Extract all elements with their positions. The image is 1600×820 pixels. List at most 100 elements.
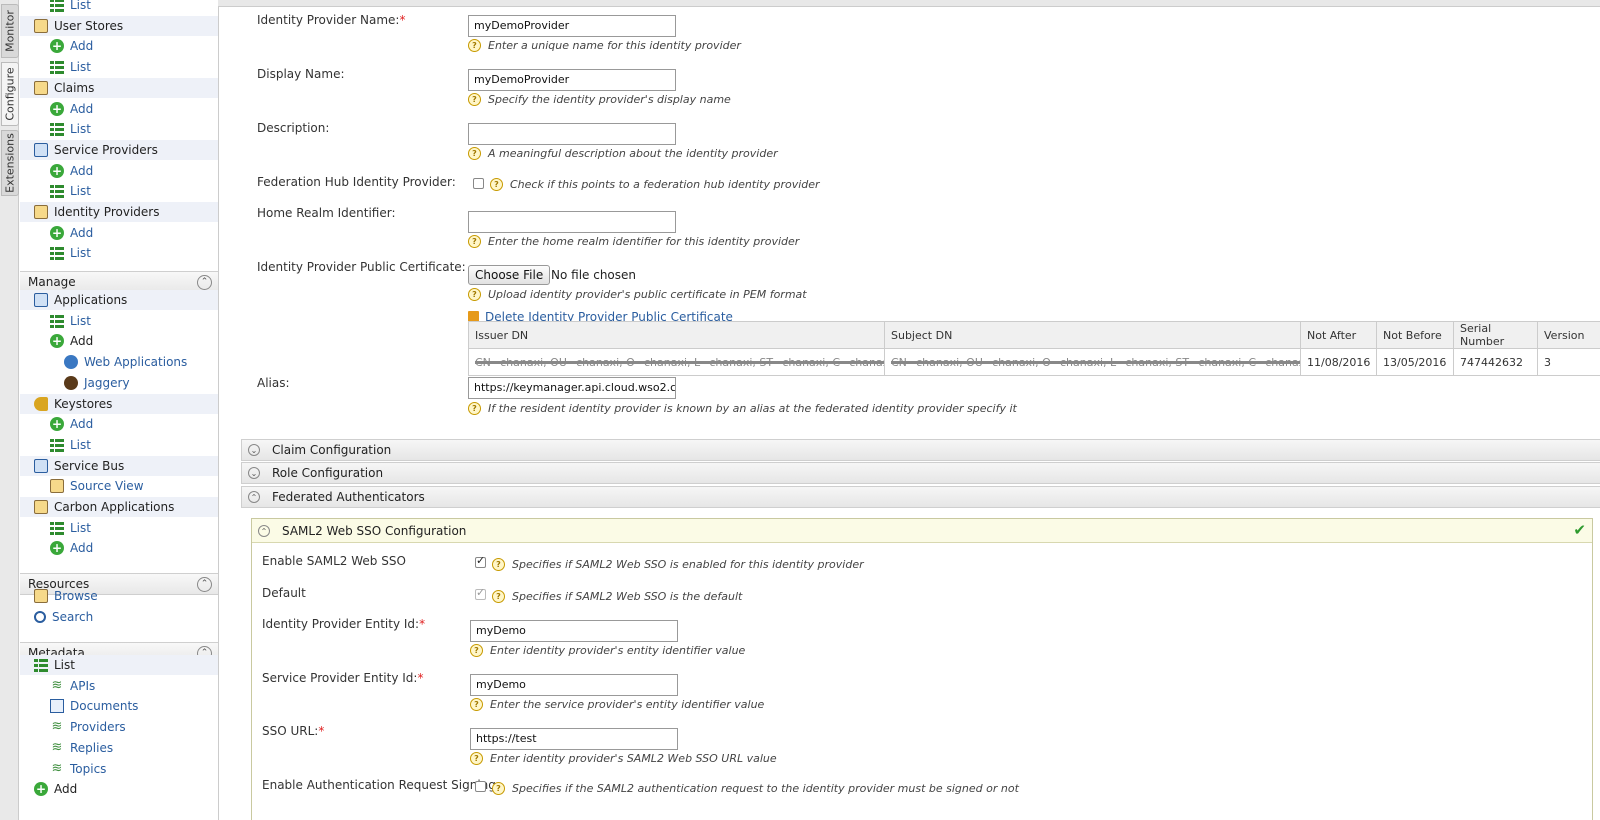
tab-configure[interactable]: Configure (1, 62, 19, 126)
idp-name-input[interactable]: myDemoProvider (468, 15, 676, 37)
choose-file-button[interactable]: Choose File (468, 265, 551, 285)
sidebar-item-add[interactable]: + Add (20, 161, 218, 181)
sidebar-item-list[interactable]: List (20, 518, 218, 538)
add-icon: + (34, 782, 48, 797)
sidebar-item-label: Web Applications (84, 355, 188, 370)
sp-entity-id-input[interactable]: myDemo (470, 674, 678, 696)
certificate-label: Identity Provider Public Certificate: (257, 260, 466, 274)
sidebar-item-label: Providers (70, 720, 126, 735)
sso-url-input[interactable]: https://test (470, 728, 678, 750)
accordion-role-configuration[interactable]: ⌄ Role Configuration (241, 462, 1600, 484)
sidebar-item-source-view[interactable]: Source View (20, 476, 218, 496)
sidebar-item-keystores[interactable]: Keystores (20, 393, 218, 414)
sidebar-item-list[interactable]: List (20, 181, 218, 201)
accordion-federated-authenticators[interactable]: ⌃ Federated Authenticators (241, 486, 1600, 508)
help-icon: ? (470, 752, 483, 765)
table-header-row: Issuer DN Subject DN Not After Not Befor… (468, 321, 1600, 349)
tab-monitor[interactable]: Monitor (1, 4, 19, 58)
help-icon: ? (492, 590, 505, 603)
column-header: Subject DN (884, 321, 1301, 349)
sidebar-item-add[interactable]: + Add (20, 779, 218, 799)
sidebar-item-web-applications[interactable]: Web Applications (20, 352, 218, 372)
globe-icon (64, 355, 78, 370)
auth-signing-checkbox[interactable] (475, 781, 486, 792)
sidebar-item-add[interactable]: + Add (20, 538, 218, 558)
sidebar: List User Stores + Add List Claims + Add List Ser… (20, 0, 219, 820)
sidebar-item-search[interactable]: Search (20, 607, 218, 627)
sidebar-item-label: List (54, 658, 75, 672)
sidebar-item-service-bus[interactable]: Service Bus (20, 455, 218, 476)
sidebar-item-jaggery[interactable]: Jaggery (20, 373, 218, 393)
sidebar-item-add[interactable]: + Add (20, 99, 218, 119)
sidebar-item-label: Add (70, 334, 94, 349)
sidebar-item-browse[interactable]: Browse (20, 586, 218, 606)
description-input[interactable] (468, 123, 676, 145)
replies-icon: ≋ (51, 739, 63, 755)
fed-hub-hint: ? Check if this points to a federation hu… (490, 178, 820, 191)
collapse-icon[interactable]: ⌃ (197, 275, 212, 290)
home-realm-input[interactable] (468, 211, 676, 233)
file-status: No file chosen (551, 268, 637, 282)
sidebar-item-list[interactable]: List (20, 655, 218, 675)
sidebar-item-label: List (70, 184, 91, 199)
sidebar-item-add[interactable]: + Add (20, 331, 218, 351)
idp-entity-id-label: Identity Provider Entity Id:* (262, 617, 426, 631)
sidebar-item-list[interactable]: List (20, 243, 218, 263)
sidebar-item-label: List (70, 520, 91, 535)
search-icon (34, 610, 46, 623)
display-name-input[interactable]: myDemoProvider (468, 69, 676, 91)
expand-icon: ⌄ (248, 467, 260, 479)
sidebar-item-label: Documents (70, 699, 139, 714)
auth-signing-label: Enable Authentication Request Signing (262, 778, 496, 792)
default-hint: ? Specifies if SAML2 Web SSO is the defau… (492, 590, 742, 603)
sidebar-item-replies[interactable]: ≋ Replies (20, 738, 218, 758)
column-header: Not After (1300, 321, 1377, 349)
sidebar-item-topics[interactable]: ≋ Topics (20, 759, 218, 779)
sidebar-item-add[interactable]: + Add (20, 36, 218, 56)
alias-label: Alias: (257, 376, 290, 390)
sidebar-item-providers[interactable]: ≋ Providers (20, 717, 218, 737)
jaggery-icon (64, 375, 78, 390)
enable-saml-checkbox[interactable] (475, 554, 486, 568)
sidebar-item-label: APIs (70, 678, 96, 693)
help-icon: ? (470, 698, 483, 711)
sidebar-item-label: Add (70, 39, 94, 54)
enable-saml-label: Enable SAML2 Web SSO (262, 554, 406, 568)
sidebar-item-list[interactable]: List (20, 435, 218, 455)
topics-icon: ≋ (51, 760, 63, 776)
sidebar-item-service-providers[interactable]: Service Providers (20, 139, 218, 160)
help-icon: ? (468, 147, 481, 160)
tab-extensions[interactable]: Extensions (1, 130, 19, 196)
user-stores-icon (34, 18, 48, 33)
add-icon: + (50, 39, 64, 54)
fed-hub-checkbox[interactable] (473, 178, 484, 189)
column-header: Version (1537, 321, 1600, 349)
sidebar-item-label: Jaggery (84, 375, 130, 390)
alias-hint: ? If the resident identity provider is kn… (468, 402, 1017, 415)
list-icon (50, 437, 64, 452)
sidebar-item-add[interactable]: + Add (20, 414, 218, 434)
sidebar-item-claims[interactable]: Claims (20, 77, 218, 98)
sidebar-item-list[interactable]: List (20, 119, 218, 139)
enable-saml-hint: ? Specifies if SAML2 Web SSO is enabled f… (492, 558, 864, 571)
accordion-claim-configuration[interactable]: ⌄ Claim Configuration (241, 439, 1600, 461)
default-checkbox[interactable] (475, 586, 486, 600)
sidebar-item-list[interactable]: List (20, 311, 218, 331)
sidebar-item-apis[interactable]: ≋ APIs (20, 676, 218, 696)
sidebar-item-list[interactable]: List (20, 0, 218, 15)
sidebar-item-list[interactable]: List (20, 57, 218, 77)
sidebar-item-applications[interactable]: Applications (20, 290, 218, 310)
fed-hub-label: Federation Hub Identity Provider: (257, 175, 456, 189)
column-header: Serial Number (1453, 321, 1538, 349)
documents-icon (50, 699, 64, 714)
saml-config-header[interactable]: ⌃ SAML2 Web SSO Configuration ✔ (252, 519, 1592, 543)
sidebar-item-user-stores[interactable]: User Stores (20, 15, 218, 36)
not-after-cell: 11/08/2016 (1300, 348, 1377, 376)
sidebar-item-carbon-applications[interactable]: Carbon Applications (20, 497, 218, 517)
sidebar-item-label: List (70, 437, 91, 452)
idp-entity-id-input[interactable]: myDemo (470, 620, 678, 642)
sidebar-item-identity-providers[interactable]: Identity Providers (20, 202, 218, 222)
alias-input[interactable]: https://keymanager.api.cloud.wso2.com (468, 377, 676, 399)
sidebar-item-add[interactable]: + Add (20, 223, 218, 243)
sidebar-item-documents[interactable]: Documents (20, 696, 218, 716)
